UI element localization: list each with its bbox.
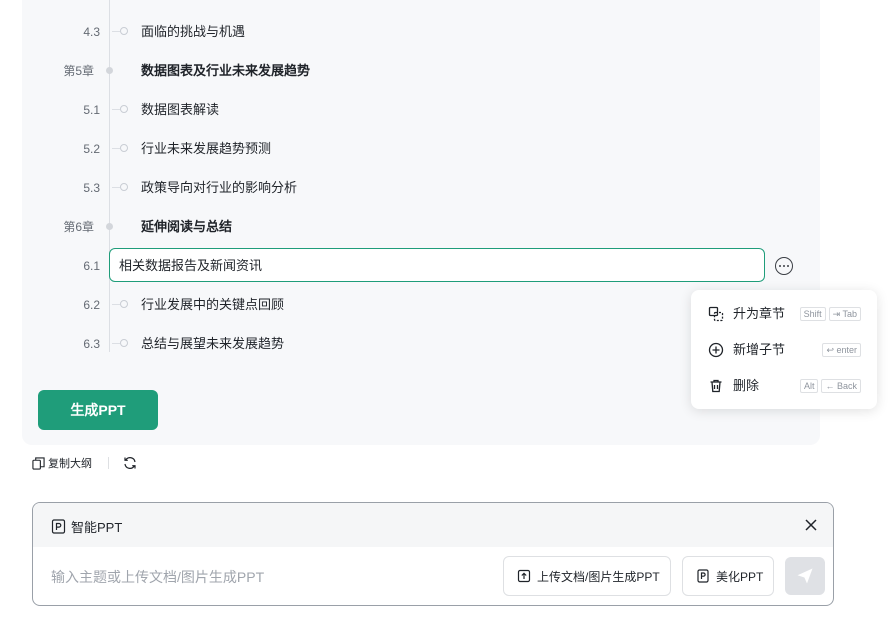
key-hint: ↩ enter <box>822 343 861 357</box>
menu-item-label: 新增子节 <box>733 342 786 357</box>
chapter-number: 第5章 <box>63 64 94 78</box>
menu-item-promote[interactable]: 升为章节 Shift ⇥ Tab <box>691 296 877 332</box>
outline-toolbar: 复制大纲 <box>32 454 137 472</box>
menu-item-delete[interactable]: 删除 Alt ← Back <box>691 368 877 404</box>
section-title[interactable]: 总结与展望未来发展趋势 <box>141 335 284 353</box>
topic-input[interactable] <box>51 569 491 585</box>
beautify-ppt-label: 美化PPT <box>716 569 764 584</box>
key-hint: Shift <box>799 307 826 321</box>
timeline-node <box>120 300 128 308</box>
outline-row[interactable]: 4.3 面临的挑战与机遇 <box>22 16 802 48</box>
chapter-number: 第6章 <box>63 220 94 234</box>
outline-row[interactable]: 6.2 行业发展中的关键点回顾 <box>22 289 802 321</box>
beautify-ppt-icon <box>697 569 709 583</box>
outline-row[interactable]: 6.3 总结与展望未来发展趋势 <box>22 328 802 360</box>
section-number: 5.3 <box>83 181 100 195</box>
context-menu: 升为章节 Shift ⇥ Tab 新增子节 ↩ enter 删除 Alt ← B… <box>691 290 877 409</box>
section-title[interactable]: 面临的挑战与机遇 <box>141 23 245 41</box>
section-number: 4.3 <box>83 25 100 39</box>
upload-doc-label: 上传文档/图片生成PPT <box>537 569 660 584</box>
toolbar-divider <box>108 457 109 469</box>
upload-doc-button[interactable]: 上传文档/图片生成PPT <box>503 556 671 596</box>
section-title[interactable]: 行业未来发展趋势预测 <box>141 140 271 158</box>
timeline-node <box>120 105 128 113</box>
copy-outline-label: 复制大纲 <box>48 458 92 470</box>
smart-ppt-label: 智能PPT <box>71 520 123 535</box>
plus-circle-icon <box>708 342 724 358</box>
timeline-node <box>106 223 113 230</box>
outline-row[interactable]: 5.3 政策导向对行业的影响分析 <box>22 172 802 204</box>
section-number: 5.2 <box>83 142 100 156</box>
send-icon <box>797 568 813 584</box>
section-title-editor[interactable] <box>109 248 765 282</box>
upload-icon <box>517 569 531 583</box>
timeline-node <box>120 183 128 191</box>
section-title-input[interactable] <box>119 257 749 272</box>
generate-ppt-button[interactable]: 生成PPT <box>38 390 158 430</box>
key-hint: Alt <box>799 379 819 393</box>
timeline-node <box>120 27 128 35</box>
trash-icon <box>710 379 722 393</box>
chat-composer: 智能PPT 上传文档/图片生成PPT 美化PPT <box>32 502 834 606</box>
timeline-node <box>106 67 113 74</box>
more-options-icon[interactable] <box>775 257 793 275</box>
section-number: 6.2 <box>83 298 100 312</box>
section-number: 6.1 <box>83 259 100 273</box>
close-icon[interactable] <box>803 517 819 533</box>
chapter-title[interactable]: 延伸阅读与总结 <box>141 218 232 236</box>
refresh-icon[interactable] <box>123 456 137 470</box>
beautify-ppt-button[interactable]: 美化PPT <box>682 556 775 596</box>
section-title[interactable]: 行业发展中的关键点回顾 <box>141 296 284 314</box>
chat-header: 智能PPT <box>33 503 833 547</box>
menu-item-label: 删除 <box>733 378 760 393</box>
timeline-node <box>120 339 128 347</box>
section-number: 5.1 <box>83 103 100 117</box>
key-hint: ← Back <box>821 379 861 393</box>
chapter-title[interactable]: 数据图表及行业未来发展趋势 <box>141 62 310 80</box>
section-title[interactable]: 政策导向对行业的影响分析 <box>141 179 297 197</box>
promote-icon <box>708 306 724 322</box>
ppt-icon <box>51 519 66 534</box>
shortcut-keys: Shift ⇥ Tab <box>799 307 861 321</box>
outline-row[interactable]: 5.1 数据图表解读 <box>22 94 802 126</box>
outline-chapter-row[interactable]: 第5章 数据图表及行业未来发展趋势 <box>22 55 802 87</box>
key-hint: ⇥ Tab <box>828 307 861 321</box>
section-title[interactable]: 数据图表解读 <box>141 101 219 119</box>
copy-icon <box>32 456 45 470</box>
shortcut-keys: Alt ← Back <box>799 379 861 393</box>
smart-ppt-tag: 智能PPT <box>51 517 122 536</box>
menu-item-label: 升为章节 <box>733 306 786 321</box>
outline-row[interactable]: 5.2 行业未来发展趋势预测 <box>22 133 802 165</box>
shortcut-keys: ↩ enter <box>822 343 861 357</box>
send-button[interactable] <box>785 557 825 595</box>
section-number: 6.3 <box>83 337 100 351</box>
outline-chapter-row[interactable]: 第6章 延伸阅读与总结 <box>22 211 802 243</box>
timeline-node <box>120 144 128 152</box>
menu-item-add-subsection[interactable]: 新增子节 ↩ enter <box>691 332 877 368</box>
copy-outline-button[interactable]: 复制大纲 <box>32 455 92 471</box>
